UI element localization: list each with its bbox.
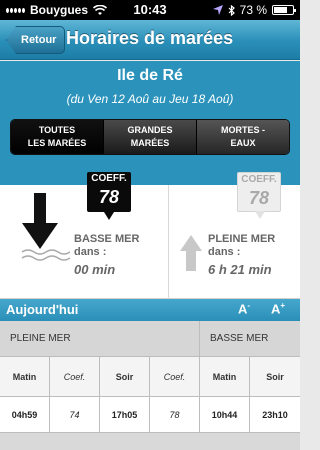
table-column-header-row: Matin Coef. Soir Coef. Matin Soir	[0, 357, 300, 397]
segment-all-tides-line2: LES MARÉES	[27, 138, 87, 148]
segment-all-tides-line1: TOUTES	[38, 125, 76, 135]
font-decrease-sign: -	[247, 301, 251, 310]
val-morning-high: 04h59	[0, 397, 50, 433]
segment-neap-tides[interactable]: MORTES - EAUX	[197, 120, 289, 154]
location-name: Ile de Ré	[117, 67, 183, 84]
low-tide-title: BASSE MER	[74, 233, 140, 245]
high-tide-title: PLEINE MER	[208, 233, 276, 245]
segment-all-tides[interactable]: TOUTES LES MARÉES	[11, 120, 104, 154]
col-coef-morning: Coef.	[50, 357, 100, 397]
high-coef-value: 78	[248, 188, 270, 208]
high-tide-coef-badge: COEFF. 78	[237, 172, 281, 219]
arrow-up-icon	[180, 235, 202, 271]
high-tide-countdown: 6 h 21 min	[208, 262, 272, 277]
segment-spring-tides-line1: GRANDES	[127, 125, 173, 135]
val-coef-morning: 74	[50, 397, 100, 433]
back-button[interactable]: Retour	[6, 26, 66, 54]
font-increase-sign: +	[280, 301, 286, 310]
low-coef-value: 78	[98, 187, 120, 207]
col-morning-low: Matin	[200, 357, 250, 397]
high-coef-label: COEFF.	[241, 174, 277, 185]
segment-neap-tides-line1: MORTES -	[221, 125, 265, 135]
col-morning-high: Matin	[0, 357, 50, 397]
navigation-bar: Retour Horaires de marées	[0, 20, 300, 60]
arrow-down-icon	[22, 193, 58, 249]
high-tide-dans: dans :	[208, 246, 241, 258]
segment-spring-tides[interactable]: GRANDES MARÉES	[104, 120, 197, 154]
status-right: 73 %	[212, 3, 296, 17]
font-decrease-letter: A	[238, 301, 248, 317]
battery-icon	[272, 5, 296, 15]
status-bar: Bouygues 10:43 73 %	[0, 0, 300, 20]
low-tide-coef-badge: COEFF. 78	[87, 172, 131, 220]
section-low-tide: BASSE MER	[200, 321, 300, 357]
segment-spring-tides-line2: MARÉES	[130, 138, 170, 148]
section-high-tide: PLEINE MER	[0, 321, 200, 357]
tide-filter-segmented-control: TOUTES LES MARÉES GRANDES MARÉES MORTES - E…	[10, 119, 290, 155]
date-range: (du Ven 12 Aoû au Jeu 18 Aoû)	[66, 92, 234, 106]
bluetooth-icon	[228, 4, 235, 16]
location-arrow-icon	[212, 5, 223, 15]
table-bottom-area	[0, 433, 300, 450]
battery-percent: 73 %	[239, 3, 267, 17]
font-increase-letter: A	[271, 301, 281, 317]
col-coef-evening: Coef.	[150, 357, 200, 397]
col-evening-low: Soir	[250, 357, 300, 397]
table-row: 04h59 74 17h05 78 10h44 23h10	[0, 397, 300, 433]
page-title: Horaires de marées	[66, 28, 234, 48]
val-evening-high: 17h05	[100, 397, 150, 433]
font-decrease-button[interactable]: A-	[238, 301, 250, 316]
low-coef-label: COEFF.	[91, 173, 127, 184]
low-tide-dans: dans :	[74, 246, 107, 258]
tide-table: PLEINE MER BASSE MER Matin Coef. Soir Co…	[0, 321, 300, 433]
tide-panels: COEFF. 78 BASSE MER dans : 00 min COEFF.…	[0, 172, 300, 299]
wave-icon	[21, 249, 70, 261]
val-morning-low: 10h44	[200, 397, 250, 433]
val-coef-evening: 78	[150, 397, 200, 433]
font-increase-button[interactable]: A+	[271, 301, 285, 316]
col-evening-high: Soir	[100, 357, 150, 397]
today-label: Aujourd'hui	[6, 302, 79, 317]
val-evening-low: 23h10	[250, 397, 300, 433]
location-header: Ile de Ré (du Ven 12 Aoû au Jeu 18 Aoû) …	[0, 61, 300, 185]
low-tide-countdown: 00 min	[74, 262, 116, 277]
segment-neap-tides-line2: EAUX	[230, 138, 256, 148]
panel-divider	[168, 185, 169, 299]
today-bar: Aujourd'hui A- A+	[0, 299, 300, 321]
table-section-header-row: PLEINE MER BASSE MER	[0, 321, 300, 357]
